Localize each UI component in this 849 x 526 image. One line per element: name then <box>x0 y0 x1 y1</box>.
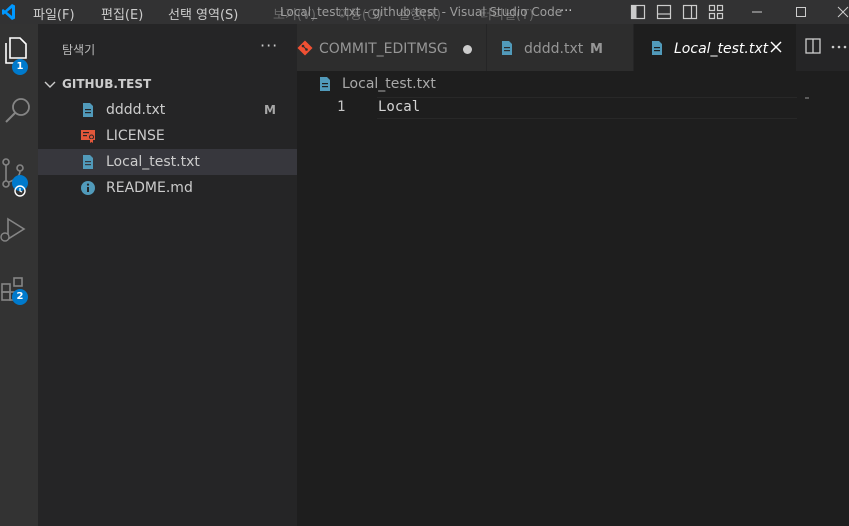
breadcrumb: Local_test.txt <box>297 71 849 97</box>
activity-source-control[interactable] <box>0 148 38 197</box>
source-control-clock-badge <box>12 175 28 197</box>
file-text-icon <box>320 77 330 91</box>
tab-status-modified: M <box>590 42 603 57</box>
file-text-icon <box>502 41 512 55</box>
editor-area[interactable]: 1 Local <box>297 97 849 526</box>
maximize-icon <box>796 7 806 17</box>
tab-local-test[interactable]: Local_test.txt <box>634 24 797 71</box>
tab-label: Local_test.txt <box>674 41 769 57</box>
close-window-button[interactable] <box>833 2 849 22</box>
current-line-highlight <box>377 97 797 119</box>
minimize-icon <box>752 11 762 13</box>
license-icon <box>81 130 95 143</box>
chevron-down-icon <box>44 81 56 88</box>
window-title: Local_test.txt - github.test - Visual St… <box>280 5 563 19</box>
toggle-sidebar-icon[interactable] <box>630 4 646 20</box>
tab-label: COMMIT_EDITMSG <box>319 41 448 57</box>
tab-bar: COMMIT_EDITMSG dddd.txt M Local_test.txt <box>297 24 849 71</box>
file-text-icon <box>83 103 93 117</box>
file-status-modified: M <box>264 103 276 117</box>
file-item-license[interactable]: LICENSE <box>38 123 297 149</box>
tab-commit-editmsg[interactable]: COMMIT_EDITMSG <box>297 24 487 71</box>
file-text-icon <box>83 155 93 169</box>
minimap[interactable] <box>805 97 809 99</box>
close-icon <box>770 41 782 53</box>
activity-explorer[interactable]: 1 <box>0 28 38 75</box>
explorer-badge: 1 <box>12 59 28 75</box>
search-icon <box>5 98 30 123</box>
run-debug-icon <box>0 217 26 242</box>
activity-bar: 1 2 <box>0 24 38 526</box>
file-name: README.md <box>106 180 193 196</box>
minimize-button[interactable] <box>747 2 767 22</box>
menu-selection[interactable]: 선택 영역(S) <box>168 4 238 23</box>
file-name: dddd.txt <box>106 102 166 118</box>
breadcrumb-item[interactable]: Local_test.txt <box>342 76 436 92</box>
activity-search[interactable] <box>0 88 38 132</box>
customize-layout-icon[interactable] <box>708 4 724 20</box>
folder-name: GITHUB.TEST <box>62 77 152 91</box>
activity-run-debug[interactable] <box>0 208 38 252</box>
close-icon <box>837 6 849 18</box>
split-editor-icon <box>805 38 821 54</box>
extensions-badge: 2 <box>12 289 28 305</box>
tab-close-button[interactable] <box>769 38 783 59</box>
menu-file[interactable]: 파일(F) <box>33 4 75 23</box>
file-item-local-test[interactable]: Local_test.txt <box>38 149 297 175</box>
menu-edit[interactable]: 편집(E) <box>101 4 143 23</box>
git-icon <box>297 40 313 56</box>
info-icon <box>81 181 95 195</box>
file-name: LICENSE <box>106 128 165 144</box>
explorer-sidebar: 탐색기 ··· GITHUB.TEST dddd.txt M LICENSE L… <box>38 24 297 526</box>
clock-icon <box>14 185 26 197</box>
tab-label: dddd.txt <box>524 41 584 57</box>
sidebar-more-button[interactable]: ··· <box>260 36 278 55</box>
toggle-secondary-sidebar-icon[interactable] <box>682 4 698 20</box>
file-item-readme[interactable]: README.md <box>38 175 297 201</box>
split-editor-button[interactable] <box>804 37 824 57</box>
unsaved-dot-icon <box>463 45 472 54</box>
vscode-logo-icon <box>2 4 15 20</box>
maximize-button[interactable] <box>791 2 811 22</box>
line-number: 1 <box>337 99 346 115</box>
more-actions-button[interactable] <box>830 37 849 57</box>
activity-extensions[interactable]: 2 <box>0 268 38 312</box>
title-bar: 파일(F) 편집(E) 선택 영역(S) 보기(V) 이동(G) 실행(R) 터… <box>0 0 849 24</box>
file-text-icon <box>652 41 662 55</box>
more-icon <box>831 45 847 49</box>
tab-dddd[interactable]: dddd.txt M <box>487 24 634 71</box>
folder-header[interactable]: GITHUB.TEST <box>38 74 297 96</box>
toggle-panel-icon[interactable] <box>656 4 672 20</box>
editor-line[interactable]: Local <box>378 99 420 115</box>
file-name: Local_test.txt <box>106 154 200 170</box>
sidebar-title: 탐색기 <box>62 43 96 57</box>
file-item-dddd[interactable]: dddd.txt M <box>38 97 297 123</box>
